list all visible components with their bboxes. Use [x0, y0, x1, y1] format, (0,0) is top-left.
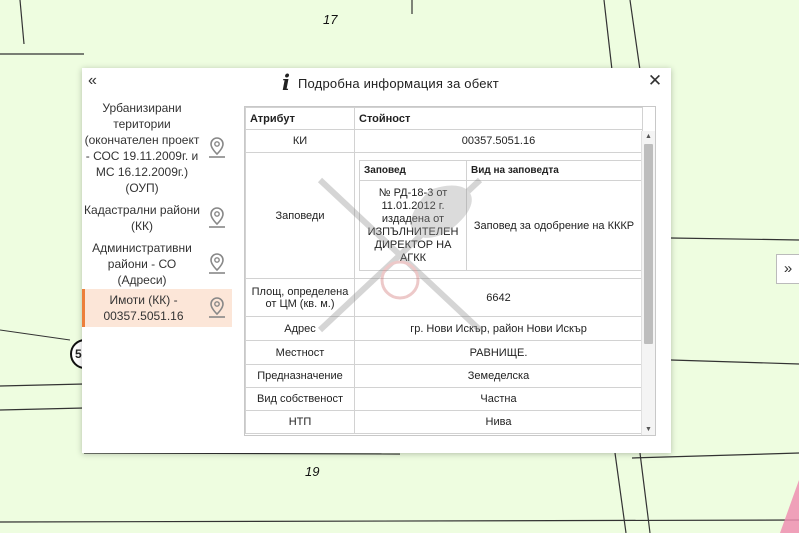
table-row: КИ 00357.5051.16 [245, 129, 643, 153]
column-header-order-type: Вид на заповедта [466, 160, 642, 181]
table-row: Вид собственост Частна [245, 387, 643, 411]
column-header-order: Заповед [359, 160, 467, 181]
window-title: Подробна информация за обект [297, 75, 499, 91]
attribute-value: Частна [354, 387, 643, 411]
table-row: Площ, определена от ЦМ (кв. м.) 6642 [245, 278, 643, 317]
attribute-name: НТП [245, 410, 355, 434]
layer-item-label: Имоти (КК) - 00357.5051.16 [103, 293, 184, 323]
layer-item-admin-regions[interactable]: Административни райони - СО (Адреси) [82, 238, 232, 290]
attribute-table: Атрибут Стойност КИ 00357.5051.16 Запове… [245, 107, 643, 434]
layer-item-label: Урбанизирани територии (окончателен прое… [84, 101, 200, 195]
layer-item-cadastral-regions[interactable]: Кадастрални райони (КК) [82, 200, 232, 236]
table-row: Заповеди Заповед Вид на заповедта № РД-1… [245, 152, 643, 279]
attribute-value: Земеделска [354, 364, 643, 388]
attribute-value: 00357.5051.16 [354, 129, 643, 153]
order-text: № РД-18-3 от 11.01.2012 г. издадена от И… [359, 180, 467, 271]
attribute-name: КИ [245, 129, 355, 153]
table-row: НТП Нива [245, 410, 643, 434]
column-header-value: Стойност [354, 107, 643, 130]
attribute-value: гр. Нови Искър, район Нови Искър [354, 316, 643, 341]
attribute-table-panel[interactable]: Атрибут Стойност КИ 00357.5051.16 Запове… [244, 106, 656, 436]
attribute-value: РАВНИЩЕ. [354, 340, 643, 365]
expand-panel-button[interactable]: » [776, 254, 799, 284]
layer-item-label: Кадастрални райони (КК) [84, 203, 200, 233]
attribute-value: 6642 [354, 278, 643, 317]
scroll-up-arrow-icon[interactable]: ▲ [642, 131, 655, 143]
table-row: Предназначение Земеделска [245, 364, 643, 388]
object-info-window: « i Подробна информация за обект ✕ Урбан… [82, 68, 671, 453]
order-type: Заповед за одобрение на КККР [466, 180, 642, 271]
layer-item-properties[interactable]: Имоти (КК) - 00357.5051.16 [82, 289, 232, 327]
scroll-down-arrow-icon[interactable]: ▼ [642, 424, 655, 435]
map-pin-icon[interactable] [202, 136, 232, 160]
table-row: Местност РАВНИЩЕ. [245, 340, 643, 365]
orders-subtable: Заповед Вид на заповедта № РД-18-3 от 11… [359, 160, 642, 271]
map-pin-icon[interactable] [202, 296, 232, 320]
parcel-number-label: 17 [323, 12, 338, 27]
scroll-thumb[interactable] [644, 144, 653, 344]
attribute-name: Заповеди [245, 152, 355, 279]
column-header-attribute: Атрибут [245, 107, 355, 130]
attribute-name: Площ, определена от ЦМ (кв. м.) [245, 278, 355, 317]
table-header-row: Атрибут Стойност [245, 107, 643, 130]
layer-list: Урбанизирани територии (окончателен прое… [82, 96, 232, 453]
map-pin-icon[interactable] [202, 206, 232, 230]
attribute-name: Адрес [245, 316, 355, 341]
map-pin-icon[interactable] [202, 252, 232, 276]
parcel-number-label: 19 [305, 464, 320, 479]
info-icon: i [282, 70, 290, 95]
collapse-icon[interactable]: « [88, 71, 108, 93]
layer-item-urban-territories[interactable]: Урбанизирани територии (окончателен прое… [82, 100, 232, 196]
attribute-name: Предназначение [245, 364, 355, 388]
attribute-name: Вид собственост [245, 387, 355, 411]
attribute-value: Нива [354, 410, 643, 434]
orders-cell: Заповед Вид на заповедта № РД-18-3 от 11… [354, 152, 643, 279]
window-title-group: i Подробна информация за обект [282, 72, 499, 94]
table-row: Адрес гр. Нови Искър, район Нови Искър [245, 316, 643, 341]
close-icon[interactable]: ✕ [647, 71, 663, 91]
window-header: « i Подробна информация за обект ✕ [82, 68, 671, 96]
vertical-scrollbar[interactable]: ▲ ▼ [641, 131, 655, 435]
layer-item-label: Административни райони - СО (Адреси) [92, 241, 192, 287]
attribute-name: Местност [245, 340, 355, 365]
